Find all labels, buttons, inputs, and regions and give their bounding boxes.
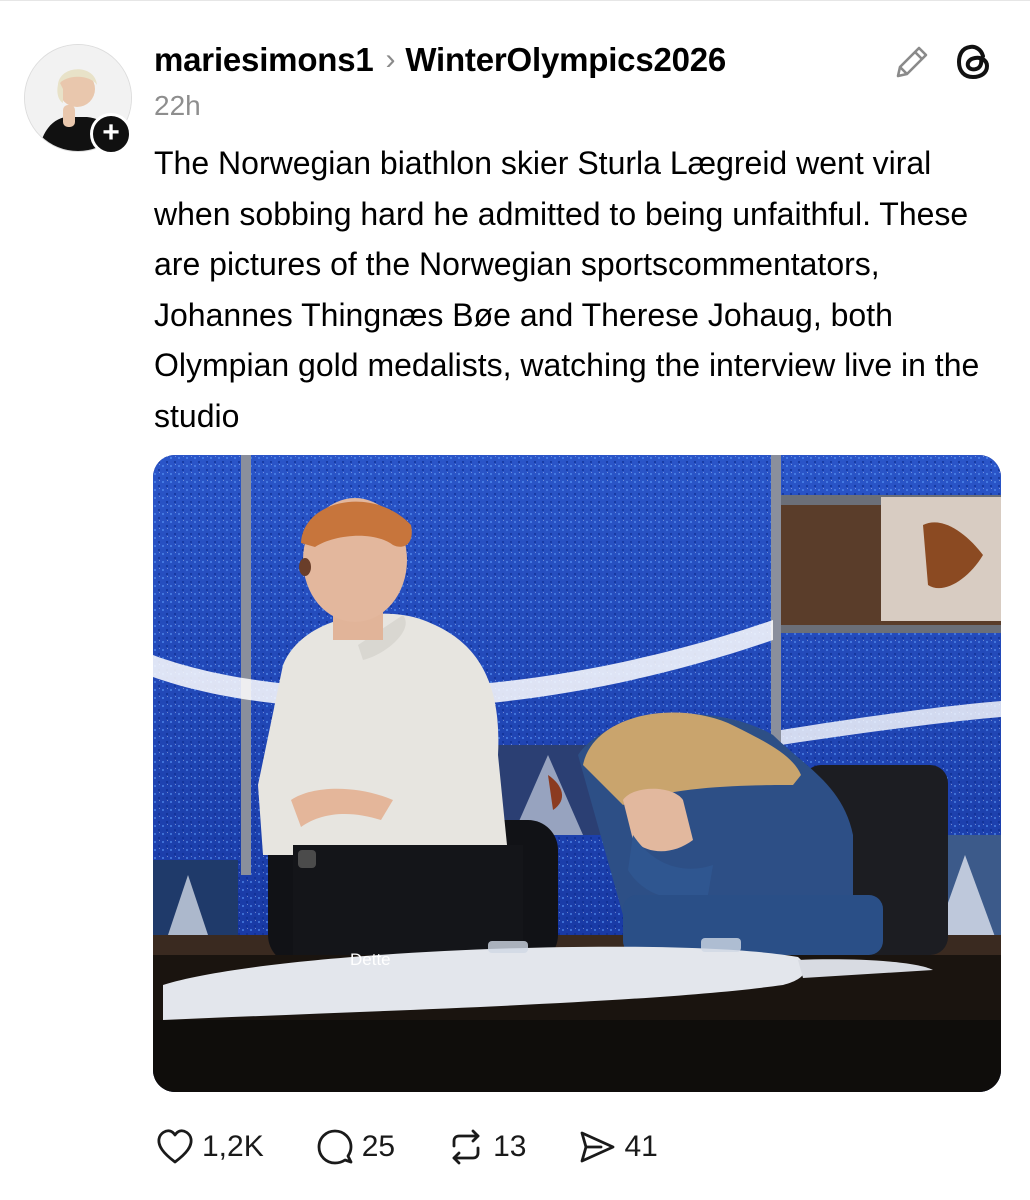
like-count: 1,2K <box>202 1130 264 1163</box>
threads-logo-icon[interactable] <box>952 40 996 84</box>
action-bar: 1,2K 25 13 41 <box>154 1122 708 1172</box>
pencil-icon[interactable] <box>890 40 934 84</box>
tv-caption: Dette <box>350 950 391 969</box>
post-header: mariesimons1 › WinterOlympics2026 <box>154 40 726 80</box>
comment-icon <box>317 1129 353 1165</box>
share-button[interactable]: 41 <box>576 1126 658 1168</box>
repost-icon <box>452 1129 480 1165</box>
reply-count: 25 <box>361 1130 396 1163</box>
share-count: 41 <box>624 1130 658 1163</box>
post-image[interactable]: Dette <box>153 455 1001 1092</box>
heart-icon <box>157 1129 193 1164</box>
post-body: The Norwegian biathlon skier Sturla Lægr… <box>154 145 980 434</box>
username[interactable]: mariesimons1 <box>154 41 374 79</box>
timestamp: 22h <box>154 90 201 121</box>
top-divider <box>0 0 1030 1</box>
like-button[interactable]: 1,2K <box>154 1126 264 1168</box>
chevron-right-icon: › <box>385 43 396 76</box>
send-icon <box>581 1131 615 1163</box>
repost-button[interactable]: 13 <box>445 1126 526 1168</box>
repost-count: 13 <box>493 1130 527 1163</box>
reply-button[interactable]: 25 <box>314 1126 395 1168</box>
community-link[interactable]: WinterOlympics2026 <box>405 41 726 79</box>
follow-button[interactable]: + <box>90 113 132 155</box>
